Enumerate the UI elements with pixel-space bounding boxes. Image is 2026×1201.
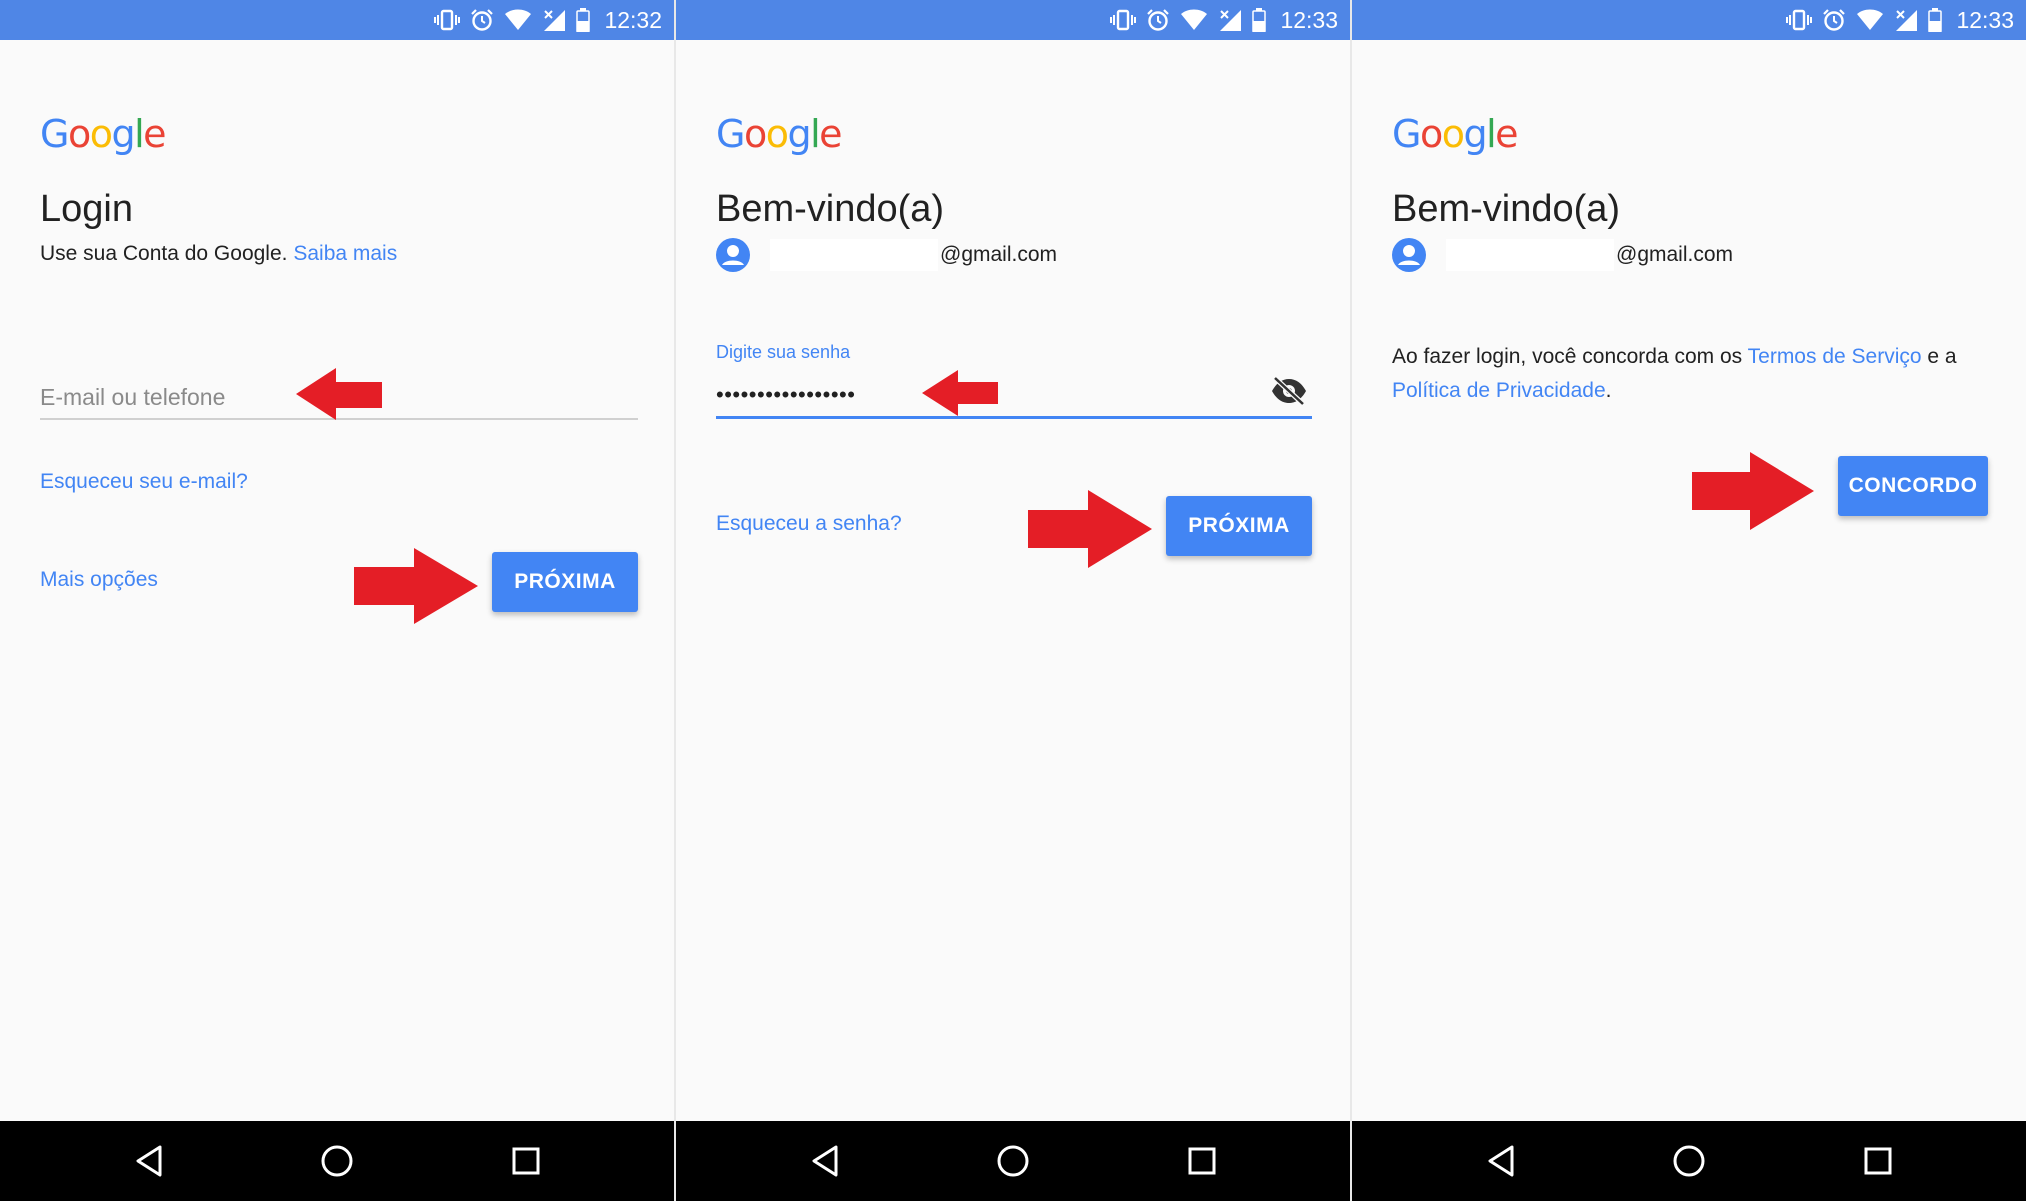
recents-icon[interactable] — [508, 1143, 544, 1179]
password-screen: 12:33 Google Bem-vindo(a) @gmail.com Dig… — [676, 0, 1350, 1201]
red-arrow-icon — [1692, 452, 1814, 530]
navigation-bar — [676, 1121, 1350, 1201]
next-button[interactable]: PRÓXIMA — [1166, 496, 1312, 556]
status-bar: 12:33 — [1352, 0, 2026, 40]
password-input[interactable]: ••••••••••••••••• — [716, 382, 855, 408]
wifi-icon — [1857, 9, 1884, 30]
alarm-icon — [1823, 9, 1846, 31]
alarm-icon — [1147, 9, 1170, 31]
visibility-off-icon[interactable] — [1270, 376, 1308, 406]
vibrate-icon — [1786, 9, 1813, 31]
login-screen: 12:32 Google Login Use sua Conta do Goog… — [0, 0, 674, 1201]
recents-icon[interactable] — [1184, 1143, 1220, 1179]
wifi-icon — [1181, 9, 1208, 30]
account-email: @gmail.com — [1616, 243, 1734, 266]
terms-agreement-text: Ao fazer login, você concorda com os Ter… — [1392, 345, 1957, 402]
red-arrow-icon — [354, 548, 478, 624]
signal-icon — [544, 10, 566, 31]
signal-icon — [1220, 10, 1242, 31]
home-icon[interactable] — [995, 1143, 1031, 1179]
google-logo: Google — [716, 112, 843, 156]
battery-icon — [576, 8, 591, 32]
learn-more-link[interactable]: Saiba mais — [293, 242, 397, 265]
back-icon[interactable] — [808, 1143, 844, 1179]
vibrate-icon — [1110, 9, 1137, 31]
redacted-username — [1446, 239, 1614, 271]
home-icon[interactable] — [1671, 1143, 1707, 1179]
home-icon[interactable] — [319, 1143, 355, 1179]
page-title: Bem-vindo(a) — [716, 188, 945, 230]
privacy-policy-link[interactable]: Política de Privacidade — [1392, 379, 1606, 402]
forgot-password-link[interactable]: Esqueceu a senha? — [716, 512, 902, 536]
status-bar: 12:32 — [0, 0, 674, 40]
navigation-bar — [1352, 1121, 2026, 1201]
password-label: Digite sua senha — [716, 342, 851, 362]
status-bar: 12:33 — [676, 0, 1350, 40]
status-time: 12:32 — [604, 6, 662, 33]
signal-icon — [1896, 10, 1918, 31]
alarm-icon — [471, 9, 494, 31]
password-input-underline — [716, 416, 1312, 419]
red-arrow-icon — [922, 370, 998, 416]
account-circle-icon — [1392, 238, 1426, 272]
forgot-email-link[interactable]: Esqueceu seu e-mail? — [40, 470, 248, 494]
battery-icon — [1252, 8, 1267, 32]
redacted-username — [770, 239, 938, 271]
more-options-link[interactable]: Mais opções — [40, 568, 158, 592]
account-email: @gmail.com — [940, 243, 1058, 266]
page-title: Bem-vindo(a) — [1392, 188, 1621, 230]
back-icon[interactable] — [1484, 1143, 1520, 1179]
page-title: Login — [40, 188, 133, 230]
email-input[interactable]: E-mail ou telefone — [40, 384, 225, 411]
google-logo: Google — [40, 112, 167, 156]
account-chip: @gmail.com — [1392, 236, 1733, 274]
navigation-bar — [0, 1121, 674, 1201]
google-logo: Google — [1392, 112, 1519, 156]
agree-button[interactable]: CONCORDO — [1838, 456, 1988, 516]
red-arrow-icon — [1028, 490, 1152, 568]
back-icon[interactable] — [132, 1143, 168, 1179]
account-circle-icon — [716, 238, 750, 272]
status-time: 12:33 — [1956, 6, 2014, 33]
status-time: 12:33 — [1280, 6, 1338, 33]
terms-screen: 12:33 Google Bem-vindo(a) @gmail.com Ao … — [1352, 0, 2026, 1201]
recents-icon[interactable] — [1860, 1143, 1896, 1179]
vibrate-icon — [434, 9, 461, 31]
next-button[interactable]: PRÓXIMA — [492, 552, 638, 612]
wifi-icon — [505, 9, 532, 30]
account-chip: @gmail.com — [716, 236, 1057, 274]
battery-icon — [1928, 8, 1943, 32]
red-arrow-icon — [296, 368, 382, 420]
terms-of-service-link[interactable]: Termos de Serviço — [1748, 345, 1922, 368]
page-subtitle: Use sua Conta do Google. Saiba mais — [40, 242, 398, 265]
